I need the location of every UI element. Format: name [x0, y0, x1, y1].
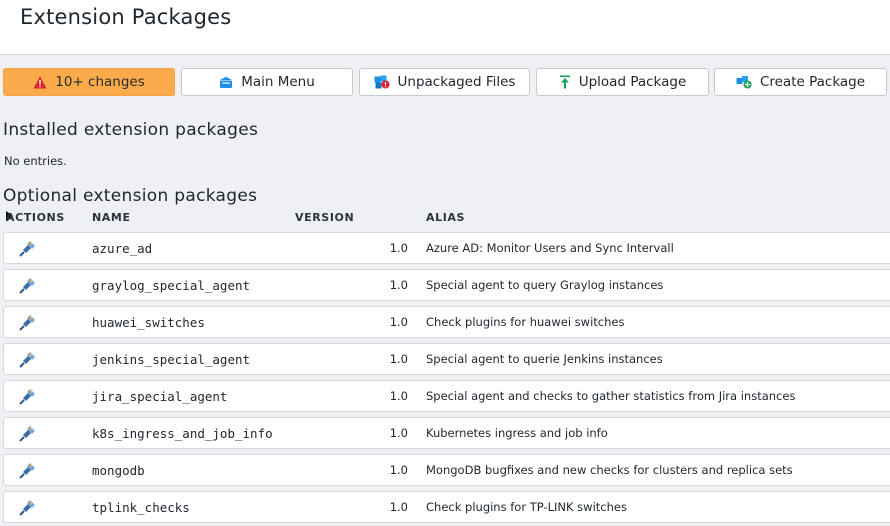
create-package-button[interactable]: Create Package [714, 68, 887, 96]
install-icon[interactable] [18, 277, 36, 295]
optional-section-title: Optional extension packages [3, 186, 258, 206]
upload-package-label: Upload Package [578, 74, 687, 90]
package-alias: Special agent to query Graylog instances [426, 278, 664, 292]
upload-icon [559, 75, 570, 89]
table-header: ACTIONS NAME VERSION ALIAS [6, 211, 466, 224]
package-name: huawei_switches [92, 315, 205, 330]
create-package-label: Create Package [759, 74, 866, 90]
name-column-header[interactable]: NAME [92, 211, 131, 224]
table-row: azure_ad 1.0 Azure AD: Monitor Users and S… [3, 232, 890, 264]
warning-icon [33, 76, 47, 88]
package-alias: Special agent and checks to gather stati… [426, 389, 796, 403]
package-alias: Special agent to querie Jenkins instance… [426, 352, 663, 366]
main-menu-button[interactable]: Main Menu [181, 68, 353, 96]
package-alias: Azure AD: Monitor Users and Sync Interva… [426, 241, 674, 255]
package-alias: Check plugins for TP-LINK switches [426, 500, 627, 514]
package-name: tplink_checks [92, 500, 190, 515]
package-name: k8s_ingress_and_job_info [92, 426, 273, 441]
package-alias: MongoDB bugfixes and new checks for clus… [426, 463, 793, 477]
package-version: 1.0 [389, 352, 408, 366]
install-icon[interactable] [18, 240, 36, 258]
table-row: k8s_ingress_and_job_info 1.0 Kubernetes in… [3, 417, 890, 449]
unpackaged-files-icon [374, 75, 390, 89]
changes-label: 10+ changes [55, 74, 145, 90]
package-name: mongodb [92, 463, 145, 478]
install-icon[interactable] [18, 499, 36, 517]
install-icon[interactable] [18, 314, 36, 332]
unpackaged-files-button[interactable]: Unpackaged Files [359, 68, 530, 96]
table-row: huawei_switches 1.0 Check plugins for huaw… [3, 306, 890, 338]
create-package-icon [736, 76, 752, 89]
main-menu-icon [220, 76, 233, 88]
alias-column-header[interactable]: ALIAS [426, 211, 465, 224]
table-row: tplink_checks 1.0 Check plugins for TP-LIN… [3, 491, 890, 523]
package-version: 1.0 [389, 426, 408, 440]
package-version: 1.0 [389, 315, 408, 329]
toolbar: 10+ changes Main Menu Unpackaged Files U… [3, 68, 890, 98]
package-name: graylog_special_agent [92, 278, 251, 293]
installed-empty-text: No entries. [4, 154, 67, 168]
changes-button[interactable]: 10+ changes [3, 68, 175, 96]
package-version: 1.0 [389, 500, 408, 514]
package-version: 1.0 [389, 463, 408, 477]
install-icon[interactable] [18, 388, 36, 406]
table-row: jira_special_agent 1.0 Special agent and c… [3, 380, 890, 412]
install-icon[interactable] [18, 462, 36, 480]
package-version: 1.0 [389, 278, 408, 292]
package-alias: Kubernetes ingress and job info [426, 426, 608, 440]
package-name: jira_special_agent [92, 389, 228, 404]
package-name: azure_ad [92, 241, 153, 256]
package-version: 1.0 [389, 389, 408, 403]
unpackaged-files-label: Unpackaged Files [397, 74, 516, 90]
package-version: 1.0 [389, 241, 408, 255]
table-row: graylog_special_agent 1.0 Special agent to… [3, 269, 890, 301]
page-title: Extension Packages [20, 5, 232, 29]
package-alias: Check plugins for huawei switches [426, 315, 625, 329]
upload-package-button[interactable]: Upload Package [536, 68, 709, 96]
table-row: jenkins_special_agent 1.0 Special agent to… [3, 343, 890, 375]
table-row: mongodb 1.0 MongoDB bugfixes and new check… [3, 454, 890, 486]
main-menu-label: Main Menu [241, 74, 315, 90]
installed-section-title: Installed extension packages [3, 120, 259, 140]
page-header: Extension Packages [0, 0, 890, 55]
install-icon[interactable] [18, 351, 36, 369]
install-icon[interactable] [18, 425, 36, 443]
package-name: jenkins_special_agent [92, 352, 251, 367]
version-column-header[interactable]: VERSION [295, 211, 354, 224]
